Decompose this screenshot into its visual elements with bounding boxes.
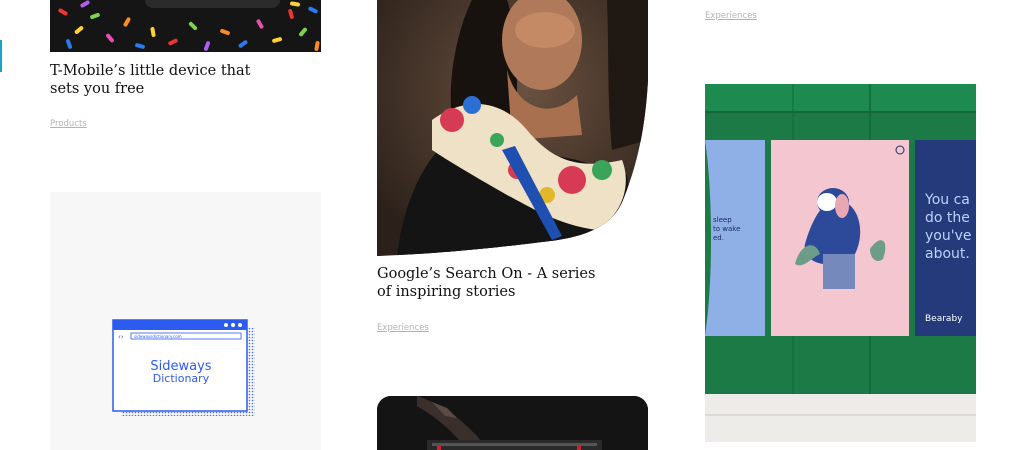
card-title-line: Google’s Search On - A series [377, 266, 596, 282]
poster-right-line: You ca [924, 192, 970, 208]
sideways-logo-line2: Dictionary [153, 372, 210, 385]
category-link-experiences[interactable]: Experiences [705, 11, 757, 21]
edge-accent [0, 40, 2, 72]
category-link-products[interactable]: Products [50, 119, 87, 129]
poster-left-line: ed. [713, 234, 724, 242]
poster-right-line: do the [925, 210, 970, 226]
bearaby-posters-image[interactable]: sleep to wake ed. You ca do the you've a… [705, 84, 976, 442]
card-title-line: sets you free [50, 81, 145, 97]
poster-right-line: you've [925, 228, 971, 244]
card-title[interactable]: T-Mobile’s little device that sets you f… [50, 62, 250, 98]
sideways-dictionary-illustration: ‹› sidewaysdictionary.com Sideways Dicti… [112, 319, 255, 416]
portrait-photo [377, 0, 648, 256]
card-title-line: of inspiring stories [377, 284, 516, 300]
portrait-woman-scarf-image[interactable] [377, 0, 648, 256]
browser-url-text: sidewaysdictionary.com [134, 334, 182, 339]
device-edge [145, 0, 280, 8]
poster-right-line: about. [925, 246, 970, 262]
card-title-line: T-Mobile’s little device that [50, 63, 251, 79]
music-gear-image[interactable] [377, 396, 648, 450]
poster-brand: Bearaby [925, 314, 963, 324]
category-link-experiences[interactable]: Experiences [377, 323, 429, 333]
sideways-dictionary-image[interactable]: ‹› sidewaysdictionary.com Sideways Dicti… [50, 192, 321, 450]
poster-left-line: to wake [713, 225, 740, 233]
t-mobile-device-image[interactable] [50, 0, 321, 52]
music-gear-photo [377, 396, 648, 450]
card-title[interactable]: Google’s Search On - A series of inspiri… [377, 265, 595, 301]
poster-left-line: sleep [713, 216, 732, 224]
svg-text:‹›: ‹› [118, 333, 124, 341]
bearaby-posters-photo: sleep to wake ed. You ca do the you've a… [705, 84, 976, 442]
